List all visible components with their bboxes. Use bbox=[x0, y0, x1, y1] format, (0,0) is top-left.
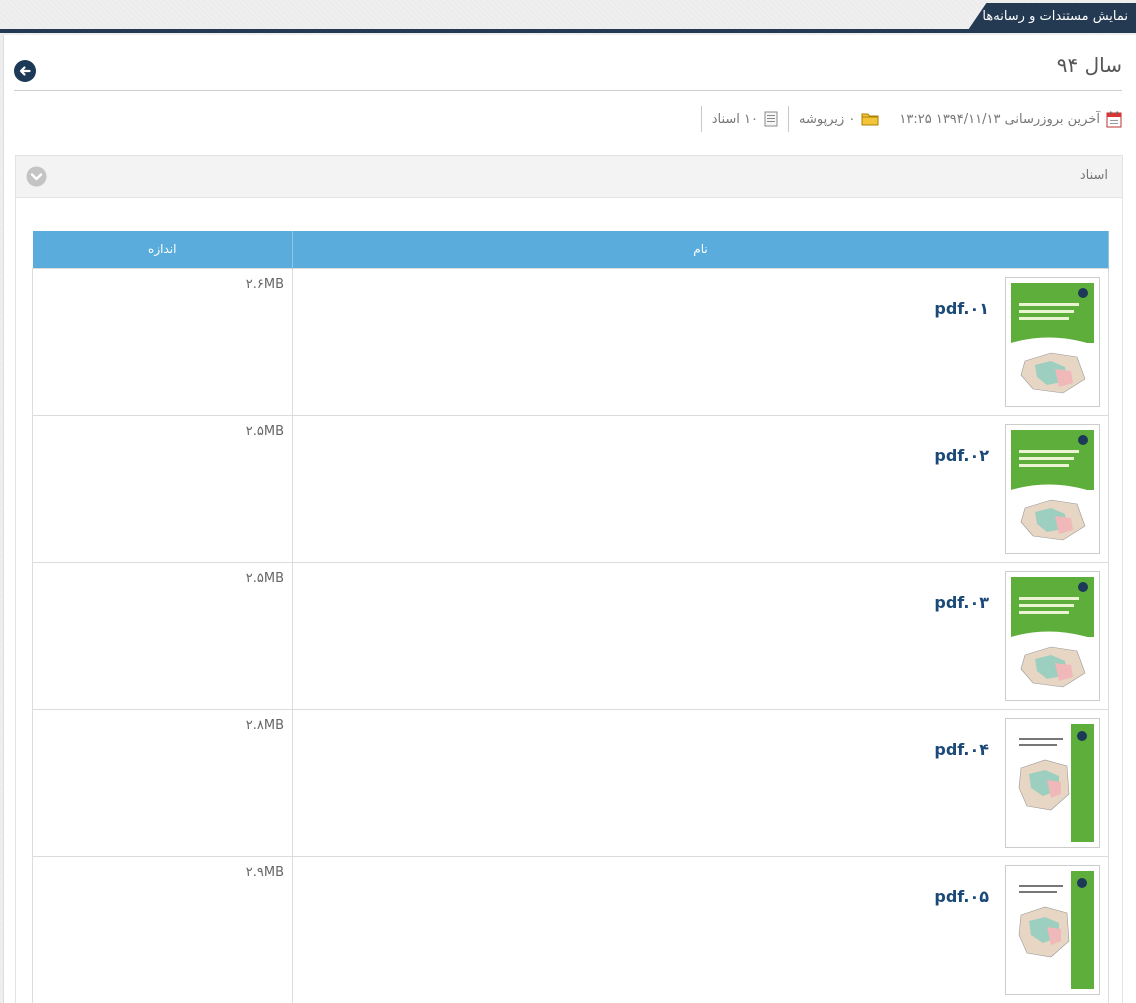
size-cell: ۲.۶MB bbox=[32, 267, 293, 416]
table-row-1: ۲.۶MB pdf.۰۱ bbox=[32, 267, 1109, 416]
meta-subfolders-text: ۰ زیرپوشه bbox=[799, 111, 856, 127]
cover-image bbox=[1011, 429, 1094, 548]
arrow-left-circle-icon[interactable] bbox=[14, 60, 36, 82]
meta-subfolders: ۰ زیرپوشه bbox=[788, 106, 889, 132]
page-title: سال ۹۴ bbox=[1056, 53, 1122, 77]
document-link[interactable]: pdf.۰۳ bbox=[934, 593, 989, 612]
section-tab[interactable]: نمایش مستندات و رسانه‌ها bbox=[966, 3, 1136, 33]
name-cell: pdf.۰۵ bbox=[292, 855, 1109, 1003]
table-row-2: ۲.۵MB pdf.۰۲ bbox=[32, 414, 1109, 563]
file-size: ۲.۹MB bbox=[245, 864, 284, 880]
cover-image bbox=[1011, 723, 1094, 842]
document-link[interactable]: pdf.۰۴ bbox=[934, 740, 989, 759]
top-bar: نمایش مستندات و رسانه‌ها bbox=[0, 0, 1136, 34]
cover-image bbox=[1011, 870, 1094, 989]
top-bar-line bbox=[0, 29, 1136, 33]
documents-panel-body: اندازه نام ۲.۶MB pdf.۰۱ ۲.۵MB pdf.۰۲ ۲.۵… bbox=[15, 198, 1123, 1003]
table-header-row: اندازه نام bbox=[32, 231, 1109, 268]
name-cell: pdf.۰۲ bbox=[292, 414, 1109, 563]
folder-icon bbox=[861, 113, 879, 126]
table-row-4: ۲.۸MB pdf.۰۴ bbox=[32, 708, 1109, 857]
document-thumbnail[interactable] bbox=[1005, 276, 1100, 407]
main-content: سال ۹۴ آخرین بروزرسانی ۱۳۹۴/۱۱/۱۳ ۱۳:۲۵ … bbox=[3, 35, 1136, 1003]
document-thumbnail[interactable] bbox=[1005, 570, 1100, 701]
column-header-size[interactable]: اندازه bbox=[32, 231, 293, 268]
size-cell: ۲.۸MB bbox=[32, 708, 293, 857]
cover-image bbox=[1011, 576, 1094, 695]
meta-last-update-text: آخرین بروزرسانی ۱۳۹۴/۱۱/۱۳ ۱۳:۲۵ bbox=[899, 111, 1100, 127]
document-thumbnail[interactable] bbox=[1005, 717, 1100, 848]
column-header-name[interactable]: نام bbox=[292, 231, 1109, 268]
name-cell: pdf.۰۴ bbox=[292, 708, 1109, 857]
file-size: ۲.۶MB bbox=[245, 276, 284, 292]
size-cell: ۲.۹MB bbox=[32, 855, 293, 1003]
file-size: ۲.۵MB bbox=[245, 423, 284, 439]
calendar-icon bbox=[1106, 111, 1122, 127]
documents-panel-title: اسناد bbox=[1079, 168, 1108, 183]
cover-image bbox=[1011, 282, 1094, 401]
document-link[interactable]: pdf.۰۱ bbox=[934, 299, 989, 318]
document-link[interactable]: pdf.۰۲ bbox=[934, 446, 989, 465]
folder-meta: آخرین بروزرسانی ۱۳۹۴/۱۱/۱۳ ۱۳:۲۵ ۰ زیرپو… bbox=[700, 105, 1122, 133]
name-cell: pdf.۰۱ bbox=[292, 267, 1109, 416]
meta-documents-text: ۱۰ اسناد bbox=[711, 111, 758, 127]
meta-last-update: آخرین بروزرسانی ۱۳۹۴/۱۱/۱۳ ۱۳:۲۵ bbox=[889, 106, 1122, 132]
table-row-3: ۲.۵MB pdf.۰۳ bbox=[32, 561, 1109, 710]
name-cell: pdf.۰۳ bbox=[292, 561, 1109, 710]
table-row-5: ۲.۹MB pdf.۰۵ bbox=[32, 855, 1109, 1003]
document-thumbnail[interactable] bbox=[1005, 423, 1100, 554]
documents-panel-header[interactable]: اسناد bbox=[15, 155, 1123, 198]
file-size: ۲.۸MB bbox=[245, 717, 284, 733]
document-thumbnail[interactable] bbox=[1005, 864, 1100, 995]
page-header: سال ۹۴ bbox=[14, 35, 1122, 91]
size-cell: ۲.۵MB bbox=[32, 414, 293, 563]
chevron-down-circle-icon[interactable] bbox=[26, 166, 47, 187]
section-tab-label: نمایش مستندات و رسانه‌ها bbox=[982, 9, 1128, 24]
size-cell: ۲.۵MB bbox=[32, 561, 293, 710]
documents-table: اندازه نام ۲.۶MB pdf.۰۱ ۲.۵MB pdf.۰۲ ۲.۵… bbox=[32, 231, 1109, 1003]
meta-documents: ۱۰ اسناد bbox=[700, 106, 788, 132]
document-icon bbox=[764, 111, 778, 127]
file-size: ۲.۵MB bbox=[245, 570, 284, 586]
document-link[interactable]: pdf.۰۵ bbox=[934, 887, 989, 906]
